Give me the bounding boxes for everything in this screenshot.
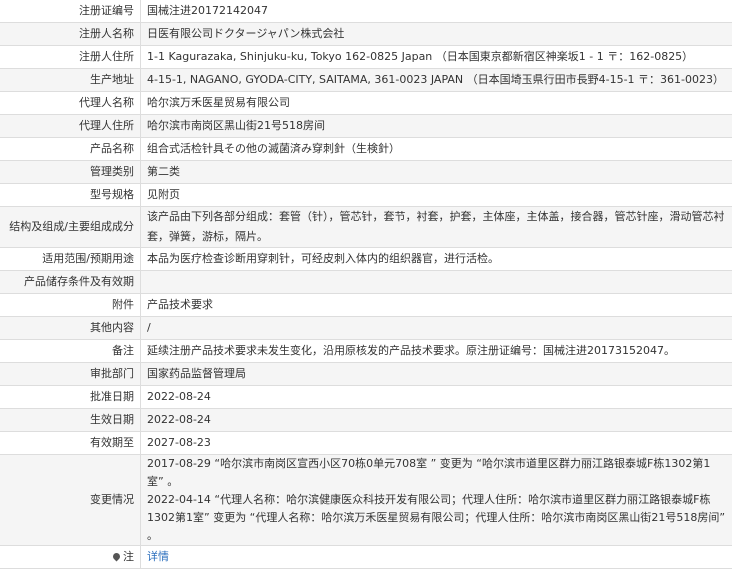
row-label: 审批部门 bbox=[0, 363, 141, 386]
row-value bbox=[141, 271, 732, 294]
row-label: 生效日期 bbox=[0, 409, 141, 432]
row-label: 注册证编号 bbox=[0, 0, 141, 23]
row-value: 4-15-1, NAGANO, GYODA-CITY, SAITAMA, 361… bbox=[141, 69, 732, 92]
row-label: 其他内容 bbox=[0, 317, 141, 340]
row-value: 哈尔滨万禾医星贸易有限公司 bbox=[141, 92, 732, 115]
table-row: 管理类别第二类 bbox=[0, 161, 732, 184]
table-row: 注册证编号国械注进20172142047 bbox=[0, 0, 732, 23]
note-label-cell: 注 bbox=[0, 546, 141, 569]
table-row: 产品储存条件及有效期 bbox=[0, 271, 732, 294]
table-row: 注册人名称日医有限公司ドクタージャパン株式会社 bbox=[0, 23, 732, 46]
table-row-note: 注详情 bbox=[0, 546, 732, 569]
row-value: 国械注进20172142047 bbox=[141, 0, 732, 23]
table-row: 附件产品技术要求 bbox=[0, 294, 732, 317]
row-label: 生产地址 bbox=[0, 69, 141, 92]
table-row: 其他内容/ bbox=[0, 317, 732, 340]
row-label: 注册人名称 bbox=[0, 23, 141, 46]
row-label: 产品名称 bbox=[0, 138, 141, 161]
row-value: 见附页 bbox=[141, 184, 732, 207]
table-row: 代理人住所哈尔滨市南岗区黑山街21号518房间 bbox=[0, 115, 732, 138]
row-value: 日医有限公司ドクタージャパン株式会社 bbox=[141, 23, 732, 46]
table-row: 有效期至2027-08-23 bbox=[0, 432, 732, 455]
row-value: 第二类 bbox=[141, 161, 732, 184]
row-label: 管理类别 bbox=[0, 161, 141, 184]
row-label: 备注 bbox=[0, 340, 141, 363]
row-value: 2022-08-24 bbox=[141, 386, 732, 409]
row-value: 延续注册产品技术要求未发生变化，沿用原核发的产品技术要求。原注册证编号：国械注进… bbox=[141, 340, 732, 363]
table-row: 生效日期2022-08-24 bbox=[0, 409, 732, 432]
table-row: 适用范围/预期用途本品为医疗检查诊断用穿刺针，可经皮刺入体内的组织器官，进行活检… bbox=[0, 248, 732, 271]
row-label: 型号规格 bbox=[0, 184, 141, 207]
row-label: 产品储存条件及有效期 bbox=[0, 271, 141, 294]
table-row: 代理人名称哈尔滨万禾医星贸易有限公司 bbox=[0, 92, 732, 115]
row-label: 结构及组成/主要组成成分 bbox=[0, 207, 141, 248]
change-entry: 2022-04-14 “代理人名称：哈尔滨健康医众科技开发有限公司；代理人住所：… bbox=[147, 491, 726, 545]
row-label: 有效期至 bbox=[0, 432, 141, 455]
table-row: 批准日期2022-08-24 bbox=[0, 386, 732, 409]
note-value: 详情 bbox=[141, 546, 732, 569]
row-label: 注 bbox=[123, 550, 134, 563]
row-value: 哈尔滨市南岗区黑山街21号518房间 bbox=[141, 115, 732, 138]
row-value: 该产品由下列各部分组成：套管（针），管芯针，套节，衬套，护套，主体座，主体盖，接… bbox=[141, 207, 732, 248]
row-value: / bbox=[141, 317, 732, 340]
table-row: 结构及组成/主要组成成分该产品由下列各部分组成：套管（针），管芯针，套节，衬套，… bbox=[0, 207, 732, 248]
table-row: 生产地址4-15-1, NAGANO, GYODA-CITY, SAITAMA,… bbox=[0, 69, 732, 92]
row-label: 变更情况 bbox=[0, 455, 141, 546]
row-value: 组合式活检针具その他の滅菌済み穿刺針（生検針） bbox=[141, 138, 732, 161]
row-label: 注册人住所 bbox=[0, 46, 141, 69]
row-label: 适用范围/预期用途 bbox=[0, 248, 141, 271]
table-row: 备注延续注册产品技术要求未发生变化，沿用原核发的产品技术要求。原注册证编号：国械… bbox=[0, 340, 732, 363]
row-label: 代理人名称 bbox=[0, 92, 141, 115]
row-label: 代理人住所 bbox=[0, 115, 141, 138]
table-row-changes: 变更情况2017-08-29 “哈尔滨市南岗区宣西小区70栋0单元708室 ” … bbox=[0, 455, 732, 546]
table-row: 产品名称组合式活检针具その他の滅菌済み穿刺針（生検針） bbox=[0, 138, 732, 161]
row-value: 本品为医疗检查诊断用穿刺针，可经皮刺入体内的组织器官，进行活检。 bbox=[141, 248, 732, 271]
row-label: 批准日期 bbox=[0, 386, 141, 409]
changes-value: 2017-08-29 “哈尔滨市南岗区宣西小区70栋0单元708室 ” 变更为 … bbox=[141, 455, 732, 546]
row-value: 2022-08-24 bbox=[141, 409, 732, 432]
table-row: 审批部门国家药品监督管理局 bbox=[0, 363, 732, 386]
row-value: 1-1 Kagurazaka, Shinjuku-ku, Tokyo 162-0… bbox=[141, 46, 732, 69]
map-pin-icon bbox=[112, 552, 122, 562]
row-value: 2027-08-23 bbox=[141, 432, 732, 455]
table-row: 注册人住所1-1 Kagurazaka, Shinjuku-ku, Tokyo … bbox=[0, 46, 732, 69]
table-row: 型号规格见附页 bbox=[0, 184, 732, 207]
row-value: 产品技术要求 bbox=[141, 294, 732, 317]
details-link[interactable]: 详情 bbox=[147, 550, 169, 563]
registration-detail-table: 注册证编号国械注进20172142047注册人名称日医有限公司ドクタージャパン株… bbox=[0, 0, 732, 569]
row-label: 附件 bbox=[0, 294, 141, 317]
change-entry: 2017-08-29 “哈尔滨市南岗区宣西小区70栋0单元708室 ” 变更为 … bbox=[147, 455, 726, 491]
row-value: 国家药品监督管理局 bbox=[141, 363, 732, 386]
